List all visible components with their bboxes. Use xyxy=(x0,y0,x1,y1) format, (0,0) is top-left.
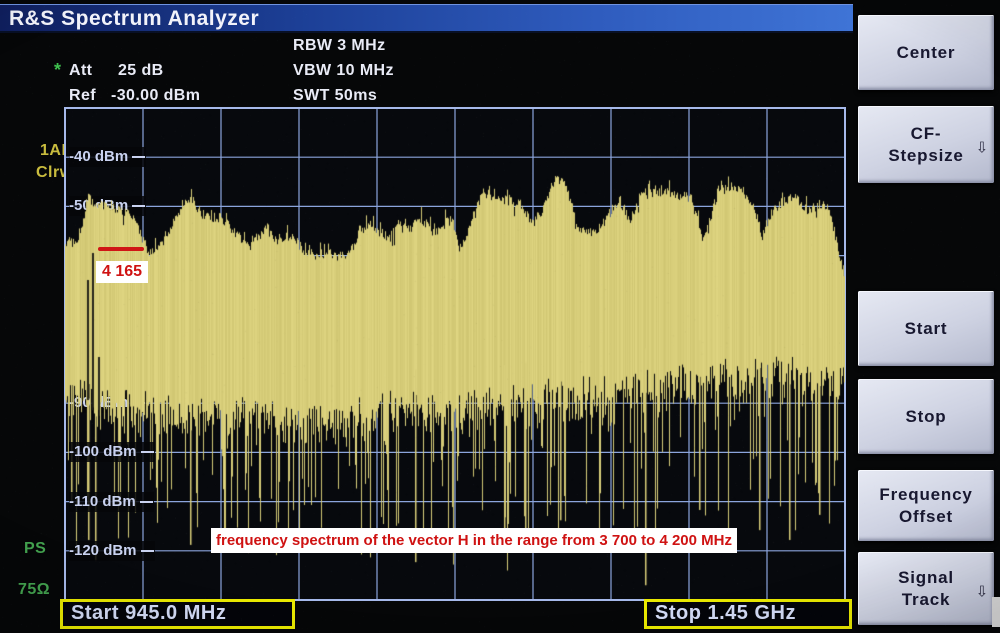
peak-marker-line xyxy=(98,247,144,251)
spectrum-trace xyxy=(65,108,845,600)
y-axis-label-text: -40 dBm xyxy=(69,148,128,165)
y-axis-label-dash xyxy=(141,451,154,453)
bezel-sliver xyxy=(992,597,1000,627)
y-axis-label-dash xyxy=(132,156,145,158)
y-axis-label-dash xyxy=(141,550,154,552)
y-axis-label: -120 dBm xyxy=(69,541,155,561)
analyzer-screen: R&S Spectrum Analyzer * Att 25 dB Ref -3… xyxy=(0,0,1000,633)
y-axis-label: -110 dBm xyxy=(69,492,154,512)
y-axis-label-text: -100 dBm xyxy=(69,443,137,460)
y-axis-label: -40 dBm xyxy=(69,147,146,167)
annotation-text: frequency spectrum of the vector H in th… xyxy=(211,528,737,553)
peak-marker-label: 4 165 xyxy=(96,261,148,283)
start-frequency-readout: Start 945.0 MHz xyxy=(60,599,295,629)
y-axis-label: -100 dBm xyxy=(69,442,155,462)
y-axis-label-dash xyxy=(140,501,153,503)
stop-frequency-readout: Stop 1.45 GHz xyxy=(644,599,852,629)
y-axis-label-text: -120 dBm xyxy=(69,542,137,559)
y-axis-label-text: -110 dBm xyxy=(69,493,136,510)
